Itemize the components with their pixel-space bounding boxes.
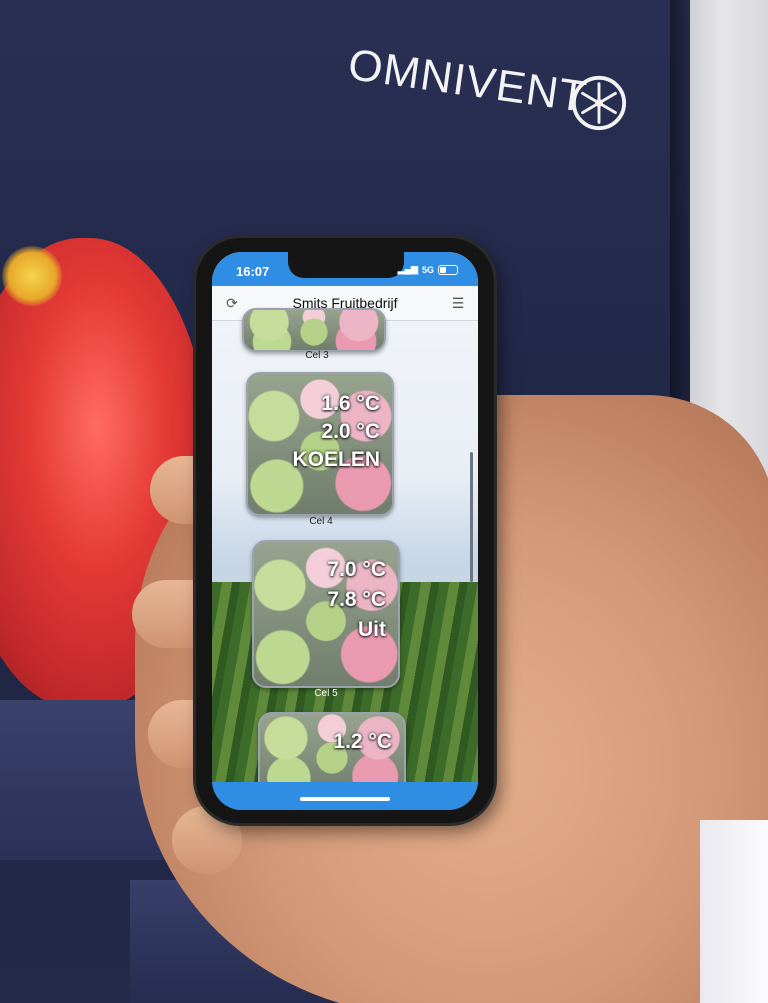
cell-temp-1: 7.0 °C bbox=[327, 558, 386, 581]
cell-card[interactable]: 7.0 °C 7.8 °C Uit bbox=[252, 540, 400, 688]
cell-temp-1: 1.6 °C bbox=[321, 392, 380, 415]
scrollbar[interactable] bbox=[470, 452, 473, 582]
cell-card[interactable]: 1.6 °C 2.0 °C KOELEN bbox=[246, 372, 394, 516]
shirt-sleeve bbox=[700, 820, 768, 1003]
smartphone: 16:07 ▂▄▆ 5G ⟳ Smits Fruitbedrijf ☰ Cel … bbox=[196, 238, 494, 823]
refresh-icon[interactable]: ⟳ bbox=[224, 295, 240, 311]
cell-label: Cel 3 bbox=[305, 350, 329, 361]
status-indicators: ▂▄▆ 5G bbox=[398, 264, 458, 275]
brand-name: OMNIVENT bbox=[345, 40, 590, 122]
cell-label: Cel 4 bbox=[309, 516, 333, 527]
cell-card[interactable] bbox=[242, 308, 386, 352]
battery-icon bbox=[438, 264, 458, 275]
network-label: 5G bbox=[421, 264, 434, 275]
cell-temp-2: 2.0 °C bbox=[321, 420, 380, 443]
apple-stem-area bbox=[2, 246, 62, 306]
cell-temp-2: 7.8 °C bbox=[327, 588, 386, 611]
cell-status: KOELEN bbox=[292, 448, 380, 471]
bottom-bar bbox=[212, 782, 478, 810]
photo-scene: OMNIVENT 16:07 ▂▄▆ 5G ⟳ Smits Fruitbedri… bbox=[0, 0, 768, 1003]
notch bbox=[288, 252, 404, 278]
list-menu-icon[interactable]: ☰ bbox=[450, 295, 466, 311]
phone-screen: 16:07 ▂▄▆ 5G ⟳ Smits Fruitbedrijf ☰ Cel … bbox=[212, 252, 478, 810]
cell-temp-1: 1.2 °C bbox=[333, 730, 392, 753]
home-indicator[interactable] bbox=[300, 797, 390, 801]
status-bar: 16:07 ▂▄▆ 5G bbox=[212, 252, 478, 286]
brand-sign: OMNIVENT bbox=[345, 22, 632, 152]
cell-status: Uit bbox=[358, 618, 386, 641]
cell-label: Cel 5 bbox=[314, 688, 338, 699]
fan-icon bbox=[571, 75, 627, 131]
signal-icon: ▂▄▆ bbox=[397, 264, 418, 274]
status-time: 16:07 bbox=[236, 264, 270, 279]
